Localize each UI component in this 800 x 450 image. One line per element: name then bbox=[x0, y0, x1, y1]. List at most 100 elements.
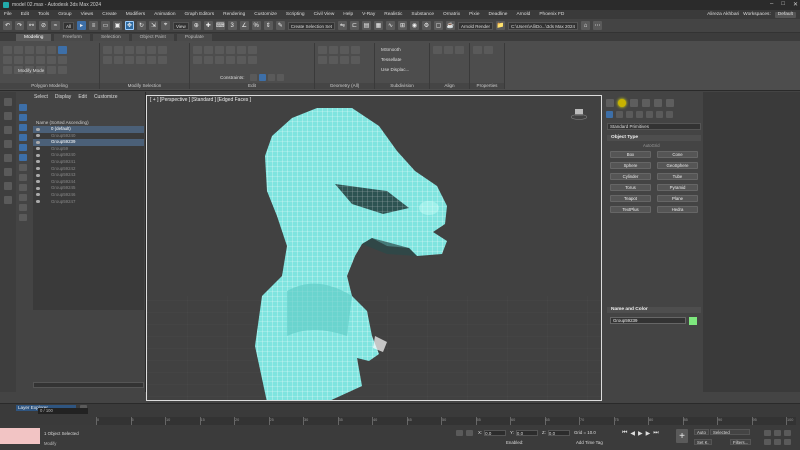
material-editor-icon[interactable]: ◉ bbox=[409, 21, 419, 30]
zoom-icon[interactable] bbox=[764, 430, 771, 436]
object-type-rollout[interactable]: Object Type bbox=[607, 135, 701, 141]
geometry-icon[interactable] bbox=[606, 111, 613, 118]
cylinder-button[interactable]: Cylinder bbox=[610, 173, 651, 180]
time-slider[interactable]: 0 / 100 bbox=[38, 408, 88, 414]
menu-graph-editors[interactable]: Graph Editors bbox=[185, 12, 215, 17]
rect-selection-icon[interactable]: ▭ bbox=[101, 21, 111, 30]
cut-tool-icon[interactable] bbox=[204, 56, 213, 64]
list-item[interactable]: Group59246 bbox=[33, 192, 144, 199]
filter-containers-icon[interactable] bbox=[19, 194, 27, 201]
attach-icon[interactable] bbox=[58, 66, 67, 74]
project-folder-icon[interactable]: ⌂ bbox=[581, 21, 591, 30]
play-icon[interactable]: ▶ bbox=[638, 430, 643, 437]
scene-tab-edit[interactable]: Edit bbox=[78, 94, 87, 100]
isolate-icon[interactable] bbox=[4, 154, 12, 162]
similar-icon[interactable] bbox=[158, 56, 167, 64]
object-color-swatch[interactable] bbox=[689, 317, 697, 325]
rotate-icon[interactable]: ↻ bbox=[137, 21, 147, 30]
menu-views[interactable]: Views bbox=[81, 12, 94, 17]
filter-xrefs-icon[interactable] bbox=[19, 174, 27, 181]
shrink-icon[interactable] bbox=[114, 46, 123, 54]
eye-icon[interactable] bbox=[36, 193, 40, 197]
insert-vertex-icon[interactable] bbox=[226, 56, 235, 64]
perspective-viewport[interactable]: [ + ] [Perspective ] [Standard ] [Edged … bbox=[146, 95, 602, 401]
smooth-icon[interactable] bbox=[473, 46, 482, 54]
eye-icon[interactable] bbox=[36, 147, 40, 151]
eye-icon[interactable] bbox=[36, 127, 40, 131]
menu-substance[interactable]: Substance bbox=[411, 12, 434, 17]
tab-selection[interactable]: Selection bbox=[92, 34, 129, 41]
set-key-button[interactable]: Set K. bbox=[694, 439, 712, 445]
tube-button[interactable]: Tube bbox=[657, 173, 698, 180]
step-loop-icon[interactable] bbox=[125, 56, 134, 64]
go-to-end-icon[interactable]: ⏭ bbox=[653, 430, 658, 437]
menu-civil-view[interactable]: Civil View bbox=[314, 12, 335, 17]
menu-help[interactable]: Help bbox=[343, 12, 353, 17]
repeat-icon[interactable] bbox=[215, 46, 224, 54]
tab-freeform[interactable]: Freeform bbox=[54, 34, 90, 41]
hide-icon[interactable] bbox=[351, 56, 360, 64]
menu-rendering[interactable]: Rendering bbox=[223, 12, 245, 17]
stack-down-icon[interactable] bbox=[14, 56, 23, 64]
menu-modifiers[interactable]: Modifiers bbox=[126, 12, 145, 17]
orbit-icon[interactable] bbox=[784, 439, 791, 445]
tweak-icon[interactable] bbox=[204, 46, 213, 54]
eye-icon[interactable] bbox=[36, 173, 40, 177]
vertex-mode-icon[interactable] bbox=[3, 46, 12, 54]
properties-label[interactable]: Properties bbox=[470, 83, 504, 89]
smooth-30-icon[interactable] bbox=[484, 46, 493, 54]
primitive-category-dropdown[interactable]: Standard Primitives bbox=[607, 123, 701, 130]
lights-icon[interactable] bbox=[626, 111, 633, 118]
viewport-label[interactable]: [ + ] [Perspective ] [Standard ] [Edged … bbox=[150, 97, 251, 103]
filter-frozen-icon[interactable] bbox=[19, 204, 27, 211]
slice-plane-icon[interactable] bbox=[351, 46, 360, 54]
time-ruler[interactable]: 0 5 10 15 20 25 30 35 40 45 50 55 60 65 70 75 80 85 90 95 10… bbox=[96, 417, 796, 425]
systems-icon[interactable] bbox=[666, 111, 673, 118]
bind-spacewarp-icon[interactable]: ≈ bbox=[51, 21, 60, 30]
angle-snap-icon[interactable]: ∠ bbox=[239, 21, 249, 30]
add-time-tag-button[interactable]: Add Time Tag bbox=[576, 440, 603, 446]
spinner-snap-icon[interactable]: ⇕ bbox=[263, 21, 273, 30]
geometry-label[interactable]: Geometry (All) bbox=[315, 83, 374, 89]
loop-icon[interactable] bbox=[125, 46, 134, 54]
layer-manager-icon[interactable]: ▤ bbox=[361, 21, 371, 30]
reference-coord-dropdown[interactable]: View bbox=[173, 21, 189, 30]
constraint-normal-icon[interactable] bbox=[277, 74, 284, 81]
paint-connect-icon[interactable] bbox=[248, 46, 257, 54]
p-connect-icon[interactable] bbox=[215, 56, 224, 64]
snap-3d-icon[interactable]: 3 bbox=[227, 21, 237, 30]
list-item[interactable]: Group59245 bbox=[33, 185, 144, 192]
selection-lock-icon[interactable] bbox=[466, 430, 473, 436]
viewcube-icon[interactable] bbox=[571, 108, 587, 120]
edit-label[interactable]: Edit bbox=[190, 83, 314, 89]
workspace-dropdown[interactable]: Default bbox=[774, 11, 796, 18]
user-name[interactable]: Alireza Akhbari bbox=[707, 12, 739, 17]
display-filter-icon[interactable] bbox=[4, 182, 12, 190]
align-z-icon[interactable] bbox=[455, 46, 464, 54]
list-item[interactable]: 0 (default) bbox=[33, 126, 144, 133]
eye-icon[interactable] bbox=[36, 153, 40, 157]
go-to-start-icon[interactable]: ⏮ bbox=[622, 430, 627, 437]
next-frame-icon[interactable]: ▶ bbox=[646, 430, 651, 437]
menu-edit[interactable]: Edit bbox=[21, 12, 29, 17]
eye-icon[interactable] bbox=[36, 140, 40, 144]
plane-button[interactable]: Plane bbox=[657, 195, 698, 202]
link-icon[interactable]: ⚯ bbox=[27, 21, 36, 30]
keyboard-shortcut-icon[interactable]: ⌨ bbox=[215, 21, 225, 30]
align-icon[interactable]: ⊏ bbox=[349, 21, 359, 30]
menu-ornatrix[interactable]: Ornatrix bbox=[443, 12, 460, 17]
list-item[interactable]: Group59240 bbox=[33, 133, 144, 140]
modify-mode-icon[interactable] bbox=[58, 46, 67, 54]
ring-mode-icon[interactable] bbox=[158, 46, 167, 54]
geosphere-button[interactable]: GeoSphere bbox=[657, 162, 698, 169]
toggle-ribbon-icon[interactable]: ▦ bbox=[373, 21, 383, 30]
grow-icon[interactable] bbox=[103, 46, 112, 54]
border-mode-icon[interactable] bbox=[25, 46, 34, 54]
percent-snap-icon[interactable]: % bbox=[251, 21, 261, 30]
detach-icon[interactable] bbox=[318, 46, 327, 54]
create-tab-icon[interactable] bbox=[4, 98, 12, 106]
quickslice-icon[interactable] bbox=[3, 66, 12, 74]
filter-bones-icon[interactable] bbox=[19, 184, 27, 191]
collapse-stack-icon[interactable] bbox=[36, 56, 45, 64]
scale-icon[interactable]: ⇲ bbox=[149, 21, 159, 30]
